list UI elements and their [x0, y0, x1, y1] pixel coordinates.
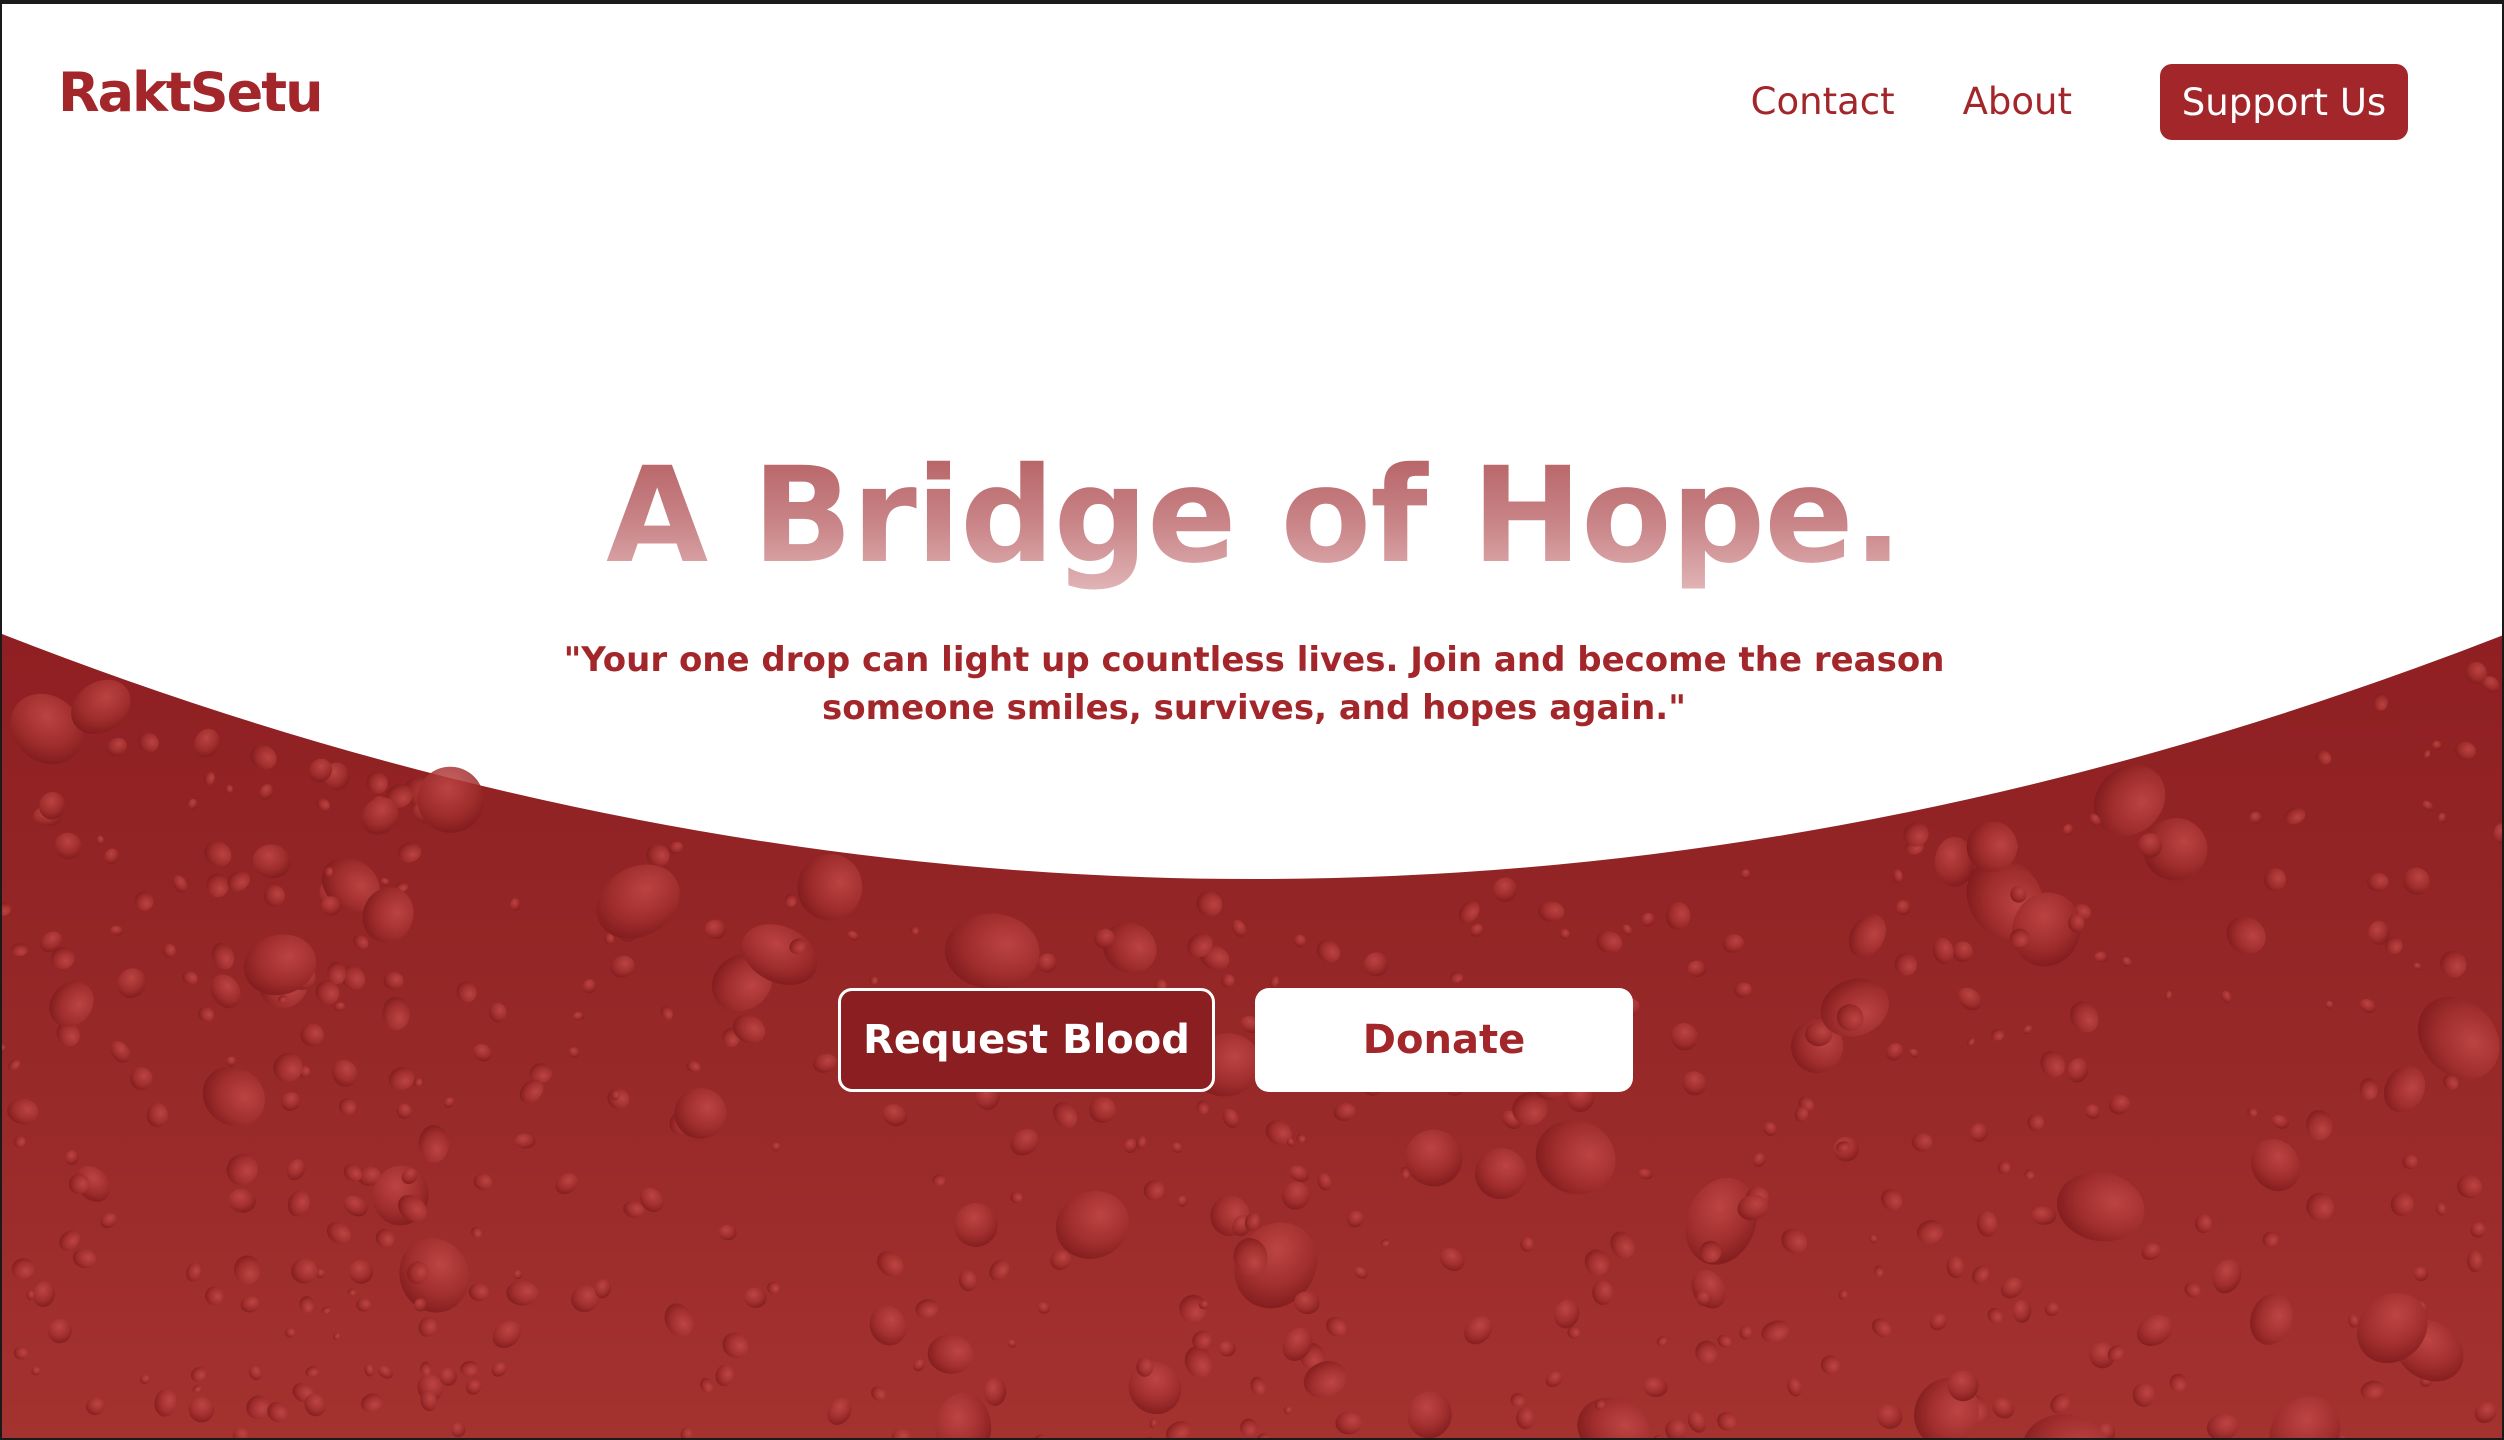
hero-quote-line-2: someone smiles, survives, and hopes agai…: [822, 688, 1686, 728]
nav-link-contact[interactable]: Contact: [1751, 64, 1895, 140]
droplet: [514, 1133, 536, 1149]
logo[interactable]: RaktSetu: [58, 66, 324, 120]
nav-link-about[interactable]: About: [1963, 64, 2072, 140]
nav-links: Contact About Support Us: [1751, 64, 2408, 140]
hero-quote-line-1: "Your one drop can light up countless li…: [563, 640, 1945, 680]
hero-quote: "Your one drop can light up countless li…: [554, 636, 1954, 732]
donate-button[interactable]: Donate: [1255, 988, 1633, 1092]
droplet: [573, 1011, 585, 1021]
support-us-button[interactable]: Support Us: [2160, 64, 2408, 140]
cta-buttons: Request Blood Donate: [838, 988, 1633, 1092]
navbar: RaktSetu Contact About Support Us: [2, 4, 2502, 204]
request-blood-button[interactable]: Request Blood: [838, 988, 1215, 1092]
hero-title: A Bridge of Hope.: [2, 436, 2502, 596]
landing-page: RaktSetu Contact About Support Us A Brid…: [0, 0, 2504, 1440]
droplet: [284, 1327, 296, 1338]
